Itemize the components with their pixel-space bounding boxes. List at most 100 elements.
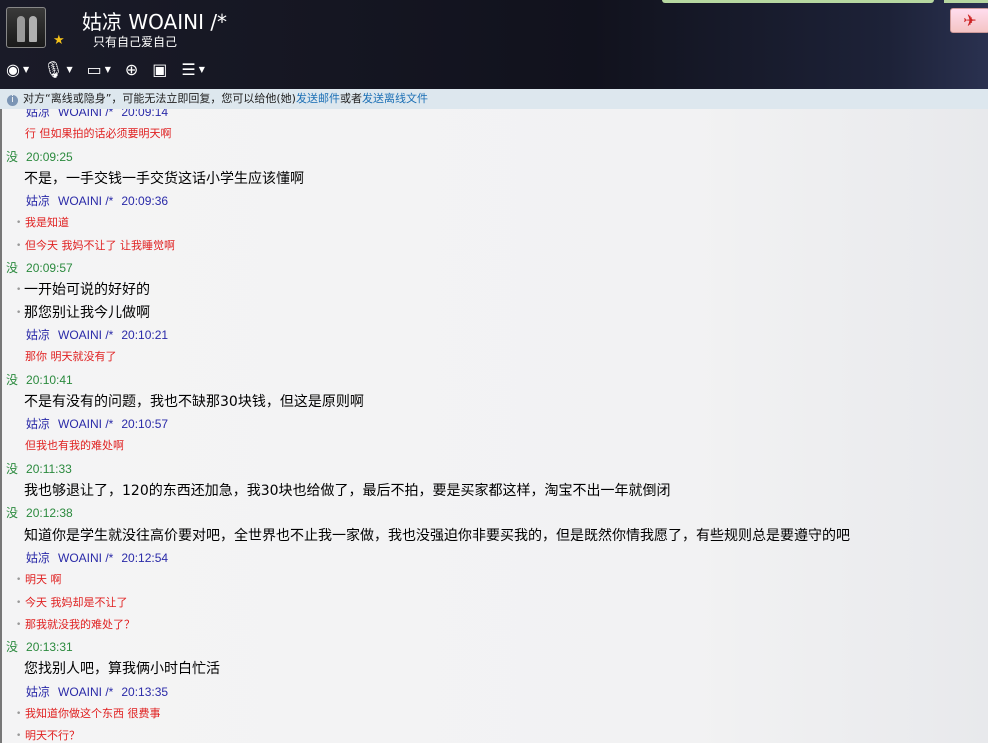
- message-time: 20:10:57: [121, 417, 169, 432]
- message-text: 不是有没有的问题，我也不缺那30块钱，但这是原则啊: [24, 393, 364, 410]
- sender-name: 没: [6, 372, 19, 387]
- message-time: 20:13:35: [121, 684, 169, 699]
- sender-id: WOAINI /*: [58, 109, 114, 119]
- bullet-icon: •: [16, 731, 22, 742]
- offline-notice: i 对方“离线或隐身”，可能无法立即回复，您可以给他(她)发送邮件或者发送离线文件: [0, 89, 988, 109]
- bullet-icon: •: [16, 240, 22, 251]
- title-bar-accent: [662, 0, 934, 3]
- message-header-self: 没 20:09:57: [2, 257, 988, 279]
- remote-assist-icon: ▣: [152, 60, 168, 79]
- bullet-icon: •: [16, 218, 22, 229]
- message-header-contact: 姑凉 WOAINI /* 20:09:14: [2, 109, 988, 123]
- chevron-down-icon[interactable]: ▼: [23, 65, 29, 74]
- message-text: 今天 我妈却是不让了: [25, 595, 128, 609]
- message-header-contact: 姑凉 WOAINI /* 20:09:36: [2, 190, 988, 212]
- chevron-down-icon[interactable]: ▼: [199, 65, 205, 74]
- message-time: 20:10:41: [26, 372, 73, 387]
- bullet-icon: •: [16, 575, 22, 586]
- contact-avatar[interactable]: [6, 7, 46, 48]
- message-text: 不是，一手交钱一手交货这话小学生应该懂啊: [24, 170, 304, 187]
- message-text: 明天不行？: [25, 729, 80, 743]
- microphone-button[interactable]: 🎙 ▼: [43, 60, 72, 79]
- message-text: 我也够退让了，120的东西还加急，我30块也给做了，最后不拍，要是买家都这样，淘…: [24, 483, 671, 500]
- chat-header: ★ 姑凉 WOAINI /* 只有自己爱自己 ✈ ◉ ▼ 🎙 ▼ ▭ ▼ ⊕ ▣ ☰ ▼: [0, 0, 988, 89]
- message-header-self: 没 20:13:31: [2, 636, 988, 658]
- message-header-contact: 姑凉 WOAINI /* 20:10:57: [2, 413, 988, 435]
- chevron-down-icon[interactable]: ▼: [66, 65, 72, 74]
- contact-name: 姑凉 WOAINI /*: [82, 10, 228, 34]
- message-text-row: 知道你是学生就没往高价要对吧，全世界也不止我一家做，我也没强迫你非要买我的，但是…: [2, 525, 988, 547]
- message-text-row: • 明天 啊: [2, 569, 988, 591]
- chat-history[interactable]: 姑凉 WOAINI /* 20:09:14 行 但如果拍的话必须要明天啊没 20:09:…: [0, 109, 988, 743]
- chevron-down-icon[interactable]: ▼: [105, 65, 111, 74]
- message-time: 20:10:21: [121, 327, 169, 342]
- apps-icon: ☰: [181, 60, 196, 79]
- sender-name: 姑凉: [26, 550, 51, 565]
- remote-assist-button[interactable]: ▣: [152, 60, 167, 79]
- title-bar-accent: [944, 0, 988, 3]
- sender-id: WOAINI /*: [58, 550, 114, 565]
- sender-id: WOAINI /*: [58, 417, 114, 432]
- sender-name: 姑凉: [26, 327, 51, 342]
- message-text-row: 不是，一手交钱一手交货这话小学生应该懂啊: [2, 168, 988, 190]
- add-contact-button[interactable]: ⊕: [125, 60, 138, 79]
- webcam-button[interactable]: ◉ ▼: [6, 60, 29, 79]
- sender-name: 姑凉: [26, 684, 51, 699]
- message-text: 知道你是学生就没往高价要对吧，全世界也不止我一家做，我也没强迫你非要买我的，但是…: [24, 527, 850, 544]
- message-text: 但今天 我妈不让了 让我睡觉啊: [25, 238, 175, 252]
- bullet-icon: •: [16, 709, 22, 720]
- microphone-icon: 🎙: [43, 60, 64, 79]
- message-text-row: 那你 明天就没有了: [2, 346, 988, 368]
- message-text-row: 但我也有我的难处啊: [2, 435, 988, 457]
- bullet-icon: •: [16, 619, 22, 630]
- sender-name: 没: [6, 506, 19, 521]
- message-time: 20:09:36: [121, 194, 169, 209]
- message-text-row: • 我知道你做这个东西 很费事: [2, 703, 988, 725]
- sender-name: 姑凉: [26, 417, 51, 432]
- file-transfer-button[interactable]: ▭ ▼: [87, 60, 111, 79]
- vip-star-icon: ★: [53, 33, 65, 48]
- message-text: 您找别人吧，算我俩小时白忙活: [24, 661, 220, 678]
- message-text-row: • 一开始可说的好好的: [2, 279, 988, 301]
- message-time: 20:13:31: [26, 640, 73, 655]
- message-header-self: 没 20:11:33: [2, 458, 988, 480]
- message-header-contact: 姑凉 WOAINI /* 20:12:54: [2, 547, 988, 569]
- sender-name: 姑凉: [26, 109, 51, 119]
- message-text-row: 您找别人吧，算我俩小时白忙活: [2, 658, 988, 680]
- sender-name: 没: [6, 461, 19, 476]
- add-contact-icon: ⊕: [124, 60, 139, 79]
- message-header-contact: 姑凉 WOAINI /* 20:13:35: [2, 681, 988, 703]
- contact-signature: 只有自己爱自己: [93, 35, 178, 49]
- bullet-icon: •: [16, 307, 22, 318]
- notice-text: 对方“离线或隐身”，可能无法立即回复，您可以给他(她): [23, 92, 296, 105]
- sender-name: 姑凉: [26, 194, 51, 209]
- sender-name: 没: [6, 149, 19, 164]
- message-text: 我知道你做这个东西 很费事: [25, 707, 161, 721]
- message-text: 那您别让我今儿做啊: [24, 304, 150, 321]
- bullet-icon: •: [16, 285, 22, 296]
- message-text: 那你 明天就没有了: [25, 350, 117, 364]
- send-email-link[interactable]: 发送邮件: [296, 92, 340, 105]
- message-text: 我是知道: [25, 216, 69, 230]
- message-text: 明天 啊: [25, 573, 62, 587]
- message-header-self: 没 20:12:38: [2, 502, 988, 524]
- sender-id: WOAINI /*: [58, 684, 114, 699]
- message-text-row: • 今天 我妈却是不让了: [2, 592, 988, 614]
- send-offline-file-link[interactable]: 发送离线文件: [362, 92, 428, 105]
- notice-or: 或者: [339, 92, 362, 105]
- sender-id: WOAINI /*: [58, 194, 114, 209]
- message-text: 行 但如果拍的话必须要明天啊: [25, 127, 172, 141]
- apps-button[interactable]: ☰ ▼: [181, 60, 205, 79]
- message-time: 20:09:25: [26, 149, 73, 164]
- sender-name: 没: [6, 640, 19, 655]
- message-text-row: • 我是知道: [2, 212, 988, 234]
- file-transfer-icon: ▭: [86, 60, 102, 79]
- message-text-row: • 但今天 我妈不让了 让我睡觉啊: [2, 235, 988, 257]
- message-text: 但我也有我的难处啊: [25, 439, 124, 453]
- message-text: 一开始可说的好好的: [24, 282, 150, 299]
- sender-name: 没: [6, 261, 19, 276]
- bullet-icon: •: [16, 597, 22, 608]
- message-time: 20:12:38: [26, 506, 73, 521]
- message-header-self: 没 20:09:25: [2, 146, 988, 168]
- bird-icon[interactable]: ✈: [950, 8, 988, 33]
